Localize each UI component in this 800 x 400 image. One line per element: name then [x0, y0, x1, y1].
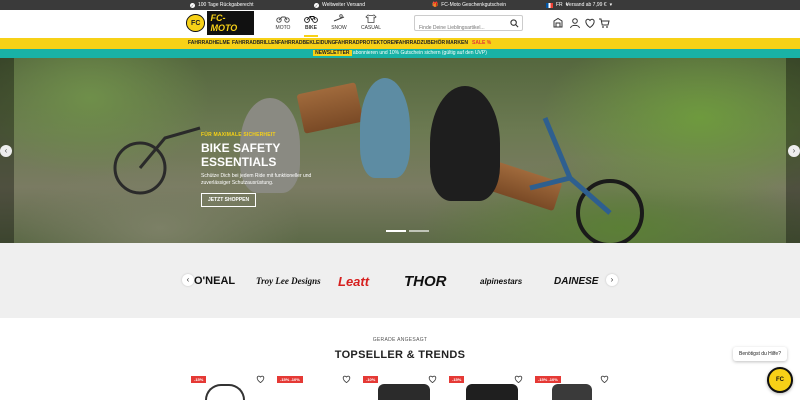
brand-troy-lee-designs[interactable]: Troy Lee Designs	[256, 271, 321, 291]
hero-image-rider	[430, 86, 500, 201]
hero-banner: FÜR MAXIMALE SICHERHEIT BIKE SAFETY ESSE…	[0, 58, 800, 243]
brand-alpinestars-label: alpinestars	[480, 276, 523, 286]
brand-thor-label: THOR	[404, 272, 447, 290]
nav-sale[interactable]: SALE %	[472, 40, 491, 46]
nav-marken[interactable]: MARKEN	[446, 40, 468, 46]
check-icon: ✓	[314, 2, 319, 8]
brands-prev-arrow[interactable]: ‹	[182, 274, 194, 286]
brands-icon[interactable]	[552, 17, 564, 29]
logo-badge: FC	[776, 377, 784, 383]
shirt-icon	[365, 14, 377, 23]
category-snow-label: SNOW	[331, 25, 347, 31]
hero-subtitle: Schütze Dich bei jedem Ride mit funktion…	[201, 173, 312, 186]
category-snow[interactable]: SNOW	[322, 14, 356, 31]
check-icon: ✓	[190, 2, 195, 8]
nav-fahrradbekleidung[interactable]: FAHRRADBEKLEIDUNG	[278, 40, 336, 46]
worldwide-text: Weltweiter Versand	[322, 2, 365, 8]
help-bubble[interactable]: Benötigst du Hilfe?	[733, 347, 787, 361]
brand-oneal-label: O'NEAL	[194, 275, 236, 287]
brand-leatt[interactable]: Leatt	[338, 271, 369, 291]
product-image[interactable]	[552, 384, 592, 400]
hero-image-rider	[360, 78, 410, 178]
newsletter-promo-bar[interactable]: NEWSLETTER abonnieren und 10% Gutschein …	[0, 49, 800, 58]
account-icon[interactable]	[569, 17, 581, 29]
category-nav: FAHRRADHELME FAHRRADBRILLEN FAHRRADBEKLE…	[0, 38, 800, 49]
main-header: FC FC-MOTO MOTO BIKE SNOW CASUAL	[0, 10, 800, 38]
chevron-down-icon: ▾	[609, 2, 613, 8]
hero-pagination	[386, 230, 429, 232]
product-sale-badge: -15%	[449, 376, 465, 383]
fc-moto-logo[interactable]: FC FC-MOTO	[186, 11, 254, 35]
hero-dot[interactable]	[409, 230, 429, 232]
newsletter-text: abonnieren und 10% Gutschein sichern (gü…	[352, 50, 487, 56]
search-input[interactable]	[415, 21, 505, 35]
category-moto-label: MOTO	[275, 25, 291, 31]
brand-thor[interactable]: THOR	[404, 271, 447, 291]
returns-info: ✓ 100 Tage Rückgaberecht	[190, 2, 254, 8]
brand-troy-lee-label: Troy Lee Designs	[256, 276, 321, 286]
category-bike-label: BIKE	[305, 25, 317, 31]
product-image[interactable]	[378, 384, 430, 400]
product-sale-badge: -15%	[191, 376, 207, 383]
hero-kicker: FÜR MAXIMALE SICHERHEIT	[201, 132, 276, 138]
topseller-kicker: GERADE ANGESAGT	[372, 337, 428, 343]
worldwide-info: ✓ Weltweiter Versand	[314, 2, 365, 8]
gift-icon: 🎁	[432, 2, 439, 8]
hero-prev-arrow[interactable]: ‹	[0, 145, 12, 157]
top-info-bar: ✓ 100 Tage Rückgaberecht ✓ Weltweiter Ve…	[0, 0, 800, 10]
shipping-text: Versand ab 7,99 €	[566, 2, 607, 8]
nav-fahrradbrillen[interactable]: FAHRRADBRILLEN	[232, 40, 278, 46]
product-image[interactable]	[466, 384, 518, 400]
newsletter-badge: NEWSLETTER	[313, 50, 352, 56]
product-image[interactable]	[205, 384, 245, 400]
returns-text: 100 Tage Rückgaberecht	[198, 2, 254, 8]
voucher-link[interactable]: 🎁 FC-Moto Geschenkgutschein	[432, 2, 506, 8]
brands-next-arrow[interactable]: ›	[606, 274, 618, 286]
motorbike-icon	[276, 16, 290, 23]
hero-title: BIKE SAFETY ESSENTIALS	[201, 141, 281, 169]
hero-image-log	[296, 82, 364, 134]
nav-fahrradprotektoren[interactable]: FAHRRADPROTEKTOREN	[335, 40, 398, 46]
wishlist-heart-icon[interactable]	[342, 375, 351, 383]
wishlist-heart-icon[interactable]	[514, 375, 523, 383]
wishlist-heart-icon[interactable]	[428, 375, 437, 383]
hero-dot[interactable]	[386, 230, 406, 232]
shop-now-button[interactable]: JETZT SHOPPEN	[201, 193, 257, 207]
hero-next-arrow[interactable]: ›	[788, 145, 800, 157]
nav-fahrradzubehoer[interactable]: FAHRRADZUBEHÖR	[396, 40, 445, 46]
topseller-heading: TOPSELLER & TRENDS	[334, 349, 466, 361]
brand-oneal[interactable]: O'NEAL	[194, 271, 235, 291]
product-sale-badge: -15% -10%	[277, 376, 303, 383]
logo-text: FC-MOTO	[207, 11, 254, 35]
wishlist-heart-icon[interactable]	[600, 375, 609, 383]
search-icon[interactable]	[510, 19, 519, 28]
product-sale-badge: -10%	[363, 376, 379, 383]
france-flag-icon	[546, 2, 553, 8]
help-chat-button[interactable]: FC	[767, 367, 793, 393]
country-code: FR	[556, 2, 563, 8]
bicycle-icon	[304, 16, 318, 23]
brand-alpinestars[interactable]: alpinestars	[480, 271, 522, 291]
wishlist-heart-icon[interactable]	[584, 17, 596, 29]
country-selector[interactable]: FR ▾	[546, 2, 568, 8]
cart-icon[interactable]	[598, 17, 610, 29]
hero-image-bike	[529, 117, 644, 243]
search-box	[414, 15, 523, 35]
wishlist-heart-icon[interactable]	[256, 375, 265, 383]
voucher-text: FC-Moto Geschenkgutschein	[441, 2, 506, 8]
category-casual[interactable]: CASUAL	[354, 14, 388, 31]
brand-carousel: ‹ O'NEAL Troy Lee Designs Leatt THOR alp…	[0, 243, 800, 318]
shipping-selector[interactable]: Versand ab 7,99 € ▾	[566, 2, 612, 8]
brand-dainese[interactable]: DAINESE	[554, 271, 598, 291]
product-sale-badge: -15% -10%	[535, 376, 561, 383]
brand-dainese-label: DAINESE	[554, 275, 599, 287]
category-casual-label: CASUAL	[360, 25, 381, 31]
brand-leatt-label: Leatt	[338, 273, 370, 289]
logo-badge: FC	[186, 14, 206, 32]
nav-fahrradhelme[interactable]: FAHRRADHELME	[188, 40, 230, 46]
snow-icon	[333, 14, 345, 22]
hero-text-block: FÜR MAXIMALE SICHERHEIT BIKE SAFETY ESSE…	[201, 132, 321, 207]
